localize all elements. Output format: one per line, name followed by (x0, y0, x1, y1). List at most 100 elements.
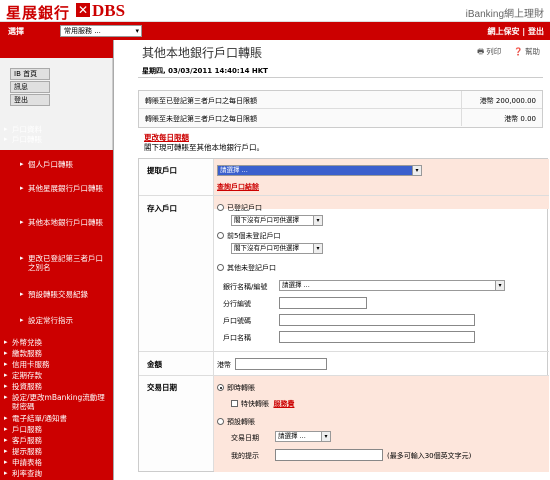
opt-registered[interactable]: 已登記戶口 (217, 203, 262, 213)
sidebar-item-rates[interactable]: 利率查詢 (12, 469, 42, 478)
transaction-date-label: 交易日期 (147, 383, 177, 392)
registered-account-select[interactable]: 閣下沒有戶口可供選擇 ▾ (231, 215, 323, 226)
bank-select[interactable]: 請選擇 ... ▾ (279, 280, 505, 291)
sidebar: IB 首頁 訊息 登出 ▸ 戶口資料 ▸ 戶口轉賬 ▸ 個人戶口轉賬 ▸ 其他星… (0, 40, 113, 480)
radio-icon[interactable] (217, 264, 224, 271)
sidebar-item-time-deposit[interactable]: 定期存款 (12, 371, 42, 380)
main-content: 其他本地銀行戶口轉賬 🖶 列印 ❓ 幫助 星期四, 03/03/2011 14:40… (113, 40, 550, 480)
security-logout-links[interactable]: 網上保安 | 登出 (488, 26, 545, 37)
sidebar-item-forms[interactable]: 申請表格 (12, 458, 42, 467)
bullet-icon: ▸ (4, 349, 8, 357)
opt-recent-label: 前5個未登記戶口 (227, 232, 281, 240)
transfer-note: 閣下現可轉賬至其他本地銀行戶口。 (144, 143, 264, 152)
opt-recent[interactable]: 前5個未登記戶口 (217, 231, 280, 241)
quick-services-value: 常用服務 ... (64, 27, 101, 35)
sidebar-item-credit-card[interactable]: 信用卡服務 (12, 360, 50, 369)
chevron-down-icon: ▾ (495, 281, 504, 290)
bullet-icon: ▸ (4, 447, 8, 455)
from-account-select[interactable]: 請選擇 ... ▾ (217, 165, 422, 176)
bullet-icon: ▸ (4, 469, 8, 477)
sidebar-item-account-info[interactable]: 戶口資料 (12, 125, 42, 134)
bullet-icon: ▸ (20, 218, 24, 226)
sidebar-item-mbanking[interactable]: 設定/更改mBanking流動理財密碼 (12, 393, 110, 411)
sidebar-item-local-bank-transfer[interactable]: 其他本地銀行戶口轉賬 (28, 218, 108, 227)
currency-label: 港幣 (217, 361, 231, 369)
from-account-label: 提取戶口 (147, 166, 177, 175)
top-header: 星展銀行 ✕ DBS iBanking網上理財 (0, 0, 550, 22)
reminder-input[interactable] (275, 449, 383, 461)
bullet-icon: ▸ (4, 371, 8, 379)
bullet-icon: ▸ (4, 338, 8, 346)
bank-value: 請選擇 ... (282, 281, 310, 289)
sidebar-item-customer-services[interactable]: 客戶服務 (12, 436, 42, 445)
divider (139, 351, 549, 352)
sidebar-item-scheduled-records[interactable]: 預設轉賬交易紀錄 (28, 290, 108, 299)
sidebar-item-investment[interactable]: 投資服務 (12, 382, 42, 391)
recent-account-select[interactable]: 閣下沒有戶口可供選擇 ▾ (231, 243, 323, 254)
sidebar-item-account-services[interactable]: 戶口服務 (12, 425, 42, 434)
limit-value: 港幣 0.00 (504, 115, 536, 123)
sidebar-item-standing-instruction[interactable]: 設定常行指示 (28, 316, 108, 325)
bullet-icon: ▸ (4, 125, 8, 133)
to-account-label: 存入戶口 (147, 204, 177, 213)
amount-input[interactable] (235, 358, 327, 370)
bullet-icon: ▸ (20, 254, 24, 262)
bullet-icon: ▸ (20, 316, 24, 324)
radio-icon[interactable] (217, 418, 224, 425)
page-tools: 🖶 列印 ❓ 幫助 (467, 46, 540, 59)
limit-value: 港幣 200,000.00 (479, 97, 536, 105)
bullet-icon: ▸ (4, 360, 8, 368)
print-link[interactable]: 列印 (486, 47, 501, 56)
logo-dbs: DBS (92, 1, 126, 20)
chevron-down-icon: ▾ (321, 432, 330, 441)
account-name-input[interactable] (279, 331, 475, 343)
logo-mark: ✕ (76, 3, 90, 17)
sidebar-item-change-alias[interactable]: 更改已登記第三者戶口之別名 (28, 254, 108, 272)
divider (461, 109, 462, 126)
radio-icon[interactable] (217, 232, 224, 239)
radio-icon[interactable] (217, 204, 224, 211)
print-icon[interactable]: 🖶 (477, 47, 484, 56)
radio-icon[interactable] (217, 384, 224, 391)
sidebar-item-estatement[interactable]: 電子結單/通知書 (12, 414, 67, 423)
opt-immediate[interactable]: 即時轉賬 (217, 383, 255, 393)
sidebar-item-dbs-transfer[interactable]: 其他星展銀行戶口轉賬 (28, 184, 108, 193)
bullet-icon: ▸ (20, 160, 24, 168)
amount-label: 金額 (147, 360, 162, 369)
opt-other-label: 其他未登記戶口 (227, 264, 276, 272)
opt-scheduled[interactable]: 預設轉賬 (217, 417, 255, 427)
help-icon[interactable]: ❓ (514, 47, 523, 56)
reminder-label: 我的提示 (231, 452, 259, 460)
txn-date-value: 請選擇 ... (278, 432, 306, 440)
bullet-icon: ▸ (4, 436, 8, 444)
ibanking-brand: iBanking網上理財 (465, 9, 544, 20)
bullet-icon: ▸ (20, 290, 24, 298)
branch-label: 分行編號 (223, 300, 251, 308)
bullet-icon: ▸ (20, 184, 24, 192)
limit-label: 轉賬至未登記第三者戶口之每日限額 (145, 115, 257, 123)
sidebar-item-transfer[interactable]: 戶口轉賬 (12, 135, 42, 144)
opt-express-label: 特快轉賬 (241, 400, 269, 408)
sidebar-item-fx[interactable]: 外幣兌換 (12, 338, 42, 347)
service-fee-link[interactable]: 服務費 (273, 400, 294, 408)
opt-other[interactable]: 其他未登記戶口 (217, 263, 276, 273)
select-label: 選擇 (8, 27, 24, 36)
messages-button[interactable]: 訊息 (10, 81, 50, 93)
checkbox-icon[interactable] (231, 400, 238, 407)
branch-input[interactable] (279, 297, 367, 309)
opt-express[interactable]: 特快轉賬 服務費 (231, 399, 294, 409)
txn-date-select[interactable]: 請選擇 ... ▾ (275, 431, 331, 442)
help-link[interactable]: 幫助 (525, 47, 540, 56)
account-number-input[interactable] (279, 314, 475, 326)
limit-row: 轉賬至已登記第三者戶口之每日限額 港幣 200,000.00 (139, 91, 542, 109)
limits-table: 轉賬至已登記第三者戶口之每日限額 港幣 200,000.00 轉賬至未登記第三者… (138, 90, 543, 128)
datetime: 星期四, 03/03/2011 14:40:14 HKT (142, 67, 268, 75)
ib-home-button[interactable]: IB 首頁 (10, 68, 50, 80)
quick-services-select[interactable]: 常用服務 ... ▾ (60, 25, 142, 37)
bullet-icon: ▸ (4, 393, 8, 401)
sidebar-item-alert-services[interactable]: 提示服務 (12, 447, 42, 456)
sidebar-item-bill-payment[interactable]: 繳款服務 (12, 349, 42, 358)
logout-button[interactable]: 登出 (10, 94, 50, 106)
sidebar-item-personal-transfer[interactable]: 個人戶口轉賬 (28, 160, 108, 169)
check-balance-link[interactable]: 查詢戶口結餘 (217, 182, 259, 192)
